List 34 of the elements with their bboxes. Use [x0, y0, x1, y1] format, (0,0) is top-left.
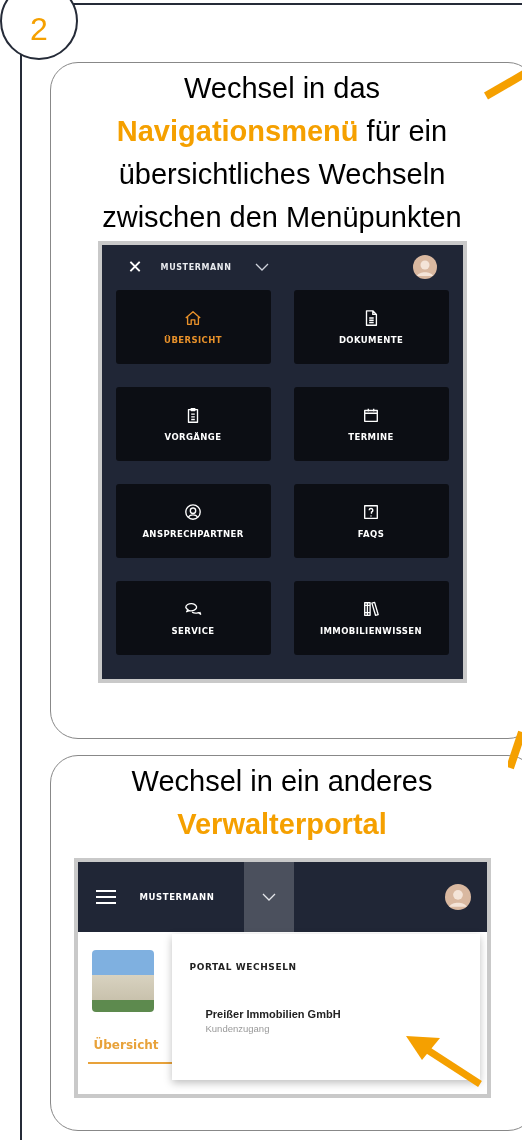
menu-tile[interactable]: SERVICE: [115, 581, 271, 655]
question-icon: [362, 503, 380, 521]
menu-tile[interactable]: DOKUMENTE: [293, 290, 449, 364]
caption-text: Wechsel in ein anderes: [131, 764, 433, 799]
menu-tile[interactable]: ANSPRECHPARTNER: [115, 484, 271, 558]
menu-tile[interactable]: ÜBERSICHT: [115, 290, 271, 364]
portal-option[interactable]: Preißer Immobilien GmbH: [205, 1008, 480, 1020]
chevron-down-icon[interactable]: [255, 263, 270, 271]
calendar-icon: [362, 406, 380, 424]
step-number: 2: [0, 0, 78, 60]
menu-tile[interactable]: VORGÄNGE: [115, 387, 271, 461]
caption-text: Verwalterportal: [177, 807, 387, 842]
books-icon: [362, 600, 380, 618]
chevron-down-icon: [261, 893, 276, 901]
user-name: MUSTERMANN: [160, 262, 232, 272]
person-icon: [184, 503, 202, 521]
menu-tile[interactable]: TERMINE: [293, 387, 449, 461]
photo-placeholder: [91, 950, 154, 1012]
caption-text: Wechsel in das: [183, 71, 381, 106]
avatar-icon[interactable]: [412, 255, 437, 279]
dropdown-toggle[interactable]: [243, 862, 294, 932]
menu-tile[interactable]: FAQS: [293, 484, 449, 558]
menu-tile[interactable]: IMMOBILIENWISSEN: [293, 581, 449, 655]
caption-text: Navigationsmenü für ein: [116, 114, 448, 149]
close-icon[interactable]: ✕: [127, 258, 143, 276]
avatar-icon[interactable]: [444, 884, 471, 910]
caption-text: zwischen den Menüpunkten: [102, 200, 462, 235]
caption-text: übersichtliches Wechseln: [118, 157, 446, 192]
chat-icon: [184, 600, 202, 618]
house-icon: [184, 309, 202, 327]
portal-role: Kundenzugang: [205, 1023, 271, 1034]
user-name: MUSTERMANN: [139, 892, 216, 902]
menu-icon[interactable]: [95, 890, 116, 904]
dropdown-title: PORTAL WECHSELN: [189, 962, 298, 972]
